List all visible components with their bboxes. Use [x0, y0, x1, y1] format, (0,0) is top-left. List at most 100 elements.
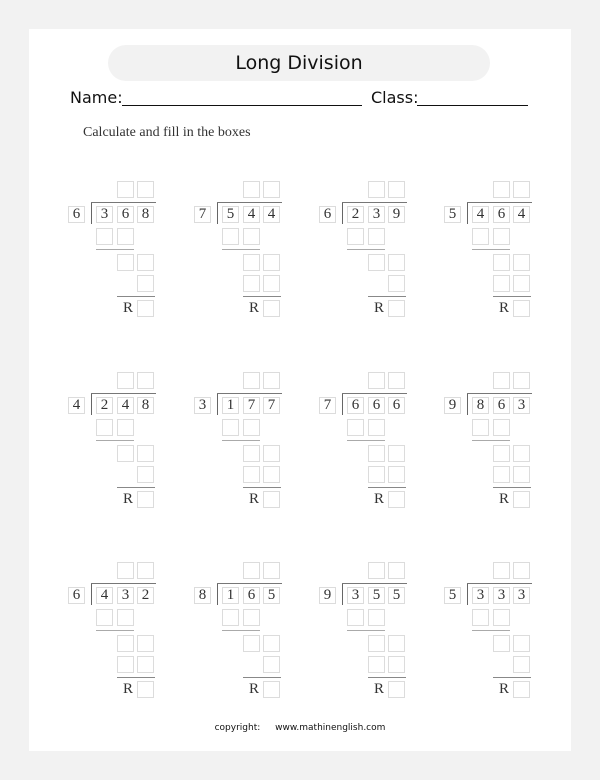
- answer-box[interactable]: [388, 445, 405, 462]
- answer-box[interactable]: [368, 254, 385, 271]
- answer-box[interactable]: [243, 635, 260, 652]
- answer-box[interactable]: [513, 656, 530, 673]
- quotient-box[interactable]: [493, 562, 510, 579]
- answer-box[interactable]: [263, 466, 280, 483]
- remainder-box[interactable]: [513, 681, 530, 698]
- quotient-box[interactable]: [263, 372, 280, 389]
- answer-box[interactable]: [493, 609, 510, 626]
- quotient-box[interactable]: [368, 372, 385, 389]
- answer-box[interactable]: [368, 656, 385, 673]
- remainder-box[interactable]: [263, 491, 280, 508]
- answer-box[interactable]: [243, 275, 260, 292]
- remainder-box[interactable]: [388, 491, 405, 508]
- quotient-box[interactable]: [493, 372, 510, 389]
- answer-box[interactable]: [263, 445, 280, 462]
- answer-box[interactable]: [263, 656, 280, 673]
- answer-box[interactable]: [137, 466, 154, 483]
- quotient-box[interactable]: [263, 562, 280, 579]
- answer-box[interactable]: [243, 228, 260, 245]
- answer-box[interactable]: [472, 228, 489, 245]
- answer-box[interactable]: [388, 466, 405, 483]
- answer-box[interactable]: [117, 228, 134, 245]
- answer-box[interactable]: [137, 254, 154, 271]
- answer-box[interactable]: [243, 609, 260, 626]
- answer-box[interactable]: [263, 275, 280, 292]
- remainder-box[interactable]: [137, 491, 154, 508]
- answer-box[interactable]: [493, 445, 510, 462]
- quotient-box[interactable]: [388, 562, 405, 579]
- remainder-box[interactable]: [263, 300, 280, 317]
- answer-box[interactable]: [137, 445, 154, 462]
- answer-box[interactable]: [117, 635, 134, 652]
- answer-box[interactable]: [96, 609, 113, 626]
- remainder-box[interactable]: [513, 300, 530, 317]
- answer-box[interactable]: [222, 419, 239, 436]
- class-field[interactable]: [417, 105, 528, 106]
- answer-box[interactable]: [117, 609, 134, 626]
- answer-box[interactable]: [513, 635, 530, 652]
- quotient-box[interactable]: [388, 372, 405, 389]
- answer-box[interactable]: [513, 275, 530, 292]
- answer-box[interactable]: [243, 254, 260, 271]
- answer-box[interactable]: [388, 656, 405, 673]
- quotient-box[interactable]: [493, 181, 510, 198]
- quotient-box[interactable]: [243, 181, 260, 198]
- answer-box[interactable]: [493, 228, 510, 245]
- answer-box[interactable]: [493, 635, 510, 652]
- answer-box[interactable]: [368, 419, 385, 436]
- answer-box[interactable]: [513, 466, 530, 483]
- quotient-box[interactable]: [117, 562, 134, 579]
- answer-box[interactable]: [137, 635, 154, 652]
- answer-box[interactable]: [388, 275, 405, 292]
- answer-box[interactable]: [388, 254, 405, 271]
- answer-box[interactable]: [243, 445, 260, 462]
- answer-box[interactable]: [472, 609, 489, 626]
- answer-box[interactable]: [493, 466, 510, 483]
- quotient-box[interactable]: [117, 372, 134, 389]
- quotient-box[interactable]: [137, 562, 154, 579]
- quotient-box[interactable]: [388, 181, 405, 198]
- answer-box[interactable]: [137, 275, 154, 292]
- answer-box[interactable]: [117, 656, 134, 673]
- answer-box[interactable]: [222, 228, 239, 245]
- answer-box[interactable]: [493, 419, 510, 436]
- answer-box[interactable]: [368, 228, 385, 245]
- answer-box[interactable]: [513, 254, 530, 271]
- answer-box[interactable]: [368, 445, 385, 462]
- answer-box[interactable]: [347, 609, 364, 626]
- remainder-box[interactable]: [137, 300, 154, 317]
- answer-box[interactable]: [368, 609, 385, 626]
- answer-box[interactable]: [493, 254, 510, 271]
- remainder-box[interactable]: [388, 300, 405, 317]
- quotient-box[interactable]: [368, 562, 385, 579]
- answer-box[interactable]: [137, 656, 154, 673]
- answer-box[interactable]: [368, 466, 385, 483]
- answer-box[interactable]: [513, 445, 530, 462]
- answer-box[interactable]: [243, 466, 260, 483]
- answer-box[interactable]: [222, 609, 239, 626]
- remainder-box[interactable]: [388, 681, 405, 698]
- answer-box[interactable]: [96, 419, 113, 436]
- quotient-box[interactable]: [243, 562, 260, 579]
- answer-box[interactable]: [493, 275, 510, 292]
- answer-box[interactable]: [388, 635, 405, 652]
- answer-box[interactable]: [96, 228, 113, 245]
- answer-box[interactable]: [117, 445, 134, 462]
- answer-box[interactable]: [243, 419, 260, 436]
- answer-box[interactable]: [347, 228, 364, 245]
- quotient-box[interactable]: [513, 562, 530, 579]
- name-field[interactable]: [122, 105, 362, 106]
- quotient-box[interactable]: [513, 181, 530, 198]
- answer-box[interactable]: [117, 419, 134, 436]
- quotient-box[interactable]: [263, 181, 280, 198]
- answer-box[interactable]: [368, 635, 385, 652]
- answer-box[interactable]: [347, 419, 364, 436]
- remainder-box[interactable]: [137, 681, 154, 698]
- answer-box[interactable]: [117, 254, 134, 271]
- answer-box[interactable]: [263, 635, 280, 652]
- remainder-box[interactable]: [513, 491, 530, 508]
- quotient-box[interactable]: [243, 372, 260, 389]
- quotient-box[interactable]: [513, 372, 530, 389]
- quotient-box[interactable]: [368, 181, 385, 198]
- quotient-box[interactable]: [137, 372, 154, 389]
